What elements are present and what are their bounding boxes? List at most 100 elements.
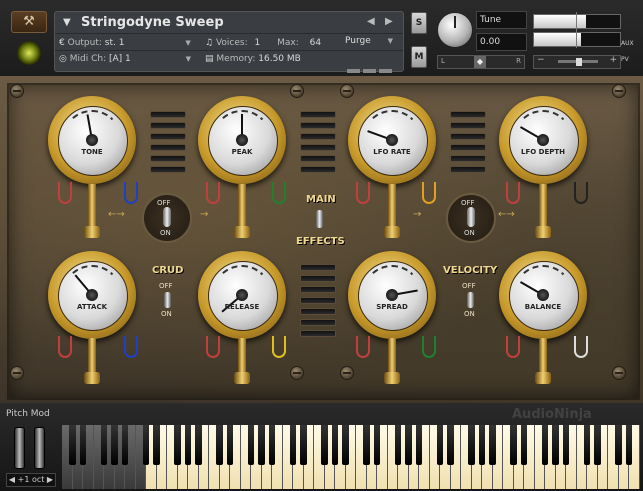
lfo-depth-gauge[interactable]: LFO DEPTH	[499, 96, 587, 184]
pan-center-icon[interactable]: ◆	[474, 56, 486, 68]
piano-keyboard[interactable]	[62, 425, 641, 491]
spread-gauge[interactable]: SPREAD	[348, 251, 436, 339]
toggle-lever[interactable]	[467, 207, 475, 227]
release-gauge[interactable]: RELEASE	[198, 251, 286, 339]
output-value[interactable]: st. 1	[105, 38, 125, 48]
lfo-rate-label: LFO RATE	[373, 148, 411, 156]
octave-down-icon[interactable]: ◀	[9, 475, 15, 484]
lfo-toggle-right[interactable]: OFF ON	[446, 193, 496, 243]
tune-knob[interactable]	[437, 12, 473, 48]
piano-black-key[interactable]	[184, 425, 192, 465]
piano-black-key[interactable]	[405, 425, 412, 465]
piano-black-key[interactable]	[100, 425, 108, 465]
piano-black-key[interactable]	[625, 425, 633, 465]
piano-black-key[interactable]	[247, 425, 255, 465]
watermark: AudioNinja	[512, 407, 592, 422]
piano-black-key[interactable]	[153, 425, 160, 465]
pan-slider[interactable]: L ◆ R	[437, 55, 525, 69]
next-instrument-icon[interactable]: ▶	[385, 16, 393, 27]
piano-black-key[interactable]	[216, 425, 223, 465]
midi-value[interactable]: [A] 1	[109, 54, 131, 64]
piano-black-key[interactable]	[342, 425, 349, 465]
toggle-lever[interactable]	[316, 210, 323, 228]
toggle-lever[interactable]	[467, 292, 474, 308]
piano-black-key[interactable]	[300, 425, 307, 465]
lfo-toggle-left[interactable]: OFF ON	[142, 193, 192, 243]
piano-black-key[interactable]	[174, 425, 181, 465]
tune-value[interactable]: 0.00	[476, 33, 527, 51]
piano-black-key[interactable]	[541, 425, 549, 465]
crud-label: CRUD	[152, 265, 184, 276]
octave-selector[interactable]: ◀ +1 oct ▶	[6, 473, 56, 487]
piano-black-key[interactable]	[226, 425, 234, 465]
collapse-arrow-icon[interactable]: ▼	[63, 17, 71, 28]
midi-dropdown-icon[interactable]: ▼	[186, 55, 191, 63]
toggle-lever[interactable]	[163, 207, 171, 227]
piano-black-key[interactable]	[615, 425, 622, 465]
piano-black-key[interactable]	[468, 425, 475, 465]
mute-button[interactable]: M	[411, 46, 427, 68]
piano-black-key[interactable]	[447, 425, 454, 465]
wire	[58, 182, 72, 204]
piano-black-key[interactable]	[121, 425, 129, 465]
piano-black-key[interactable]	[142, 425, 150, 465]
piano-black-key[interactable]	[415, 425, 423, 465]
output-row[interactable]: € Output: st. 1 ▼	[59, 38, 191, 48]
crud-toggle[interactable]: OFF ON	[159, 282, 177, 322]
peak-gauge[interactable]: PEAK	[198, 96, 286, 184]
pipe-base	[234, 226, 250, 238]
toggle-lever[interactable]	[164, 292, 171, 308]
pan-right-label: R	[516, 57, 521, 65]
piano-black-key[interactable]	[69, 425, 76, 465]
pitch-wheel[interactable]	[14, 427, 25, 469]
piano-black-key[interactable]	[195, 425, 202, 465]
attack-gauge[interactable]: ATTACK	[48, 251, 136, 339]
piano-black-key[interactable]	[373, 425, 381, 465]
pipe-base	[84, 372, 100, 384]
arrow-right-icon: →	[413, 209, 422, 220]
output-dropdown-icon[interactable]: ▼	[185, 39, 190, 47]
piano-black-key[interactable]	[520, 425, 528, 465]
prev-instrument-icon[interactable]: ◀	[367, 16, 375, 27]
velocity-toggle[interactable]: OFF ON	[462, 282, 480, 322]
pv-label[interactable]: PV	[621, 56, 629, 63]
wire	[506, 336, 520, 358]
piano-black-key[interactable]	[331, 425, 339, 465]
octave-up-icon[interactable]: ▶	[47, 475, 53, 484]
piano-black-key[interactable]	[562, 425, 570, 465]
piano-black-key[interactable]	[552, 425, 559, 465]
piano-black-key[interactable]	[436, 425, 444, 465]
wrench-icon[interactable]: ⚒	[11, 11, 47, 33]
piano-black-key[interactable]	[489, 425, 496, 465]
wire	[422, 182, 436, 204]
piano-black-key[interactable]	[111, 425, 118, 465]
output-icon: €	[59, 38, 65, 48]
piano-black-key[interactable]	[394, 425, 402, 465]
pitch-mod-label: Pitch Mod	[6, 409, 50, 419]
piano-black-key[interactable]	[583, 425, 591, 465]
piano-black-key[interactable]	[321, 425, 328, 465]
aux-label[interactable]: AUX	[621, 40, 634, 47]
piano-black-key[interactable]	[289, 425, 297, 465]
piano-black-key[interactable]	[594, 425, 601, 465]
screw-icon	[612, 84, 626, 98]
piano-black-key[interactable]	[258, 425, 265, 465]
volume-thumb[interactable]	[576, 58, 582, 66]
wire	[356, 336, 370, 358]
max-voices-value[interactable]: 64	[310, 38, 321, 48]
piano-black-key[interactable]	[478, 425, 486, 465]
volume-slider[interactable]: − +	[533, 55, 621, 69]
piano-black-key[interactable]	[363, 425, 370, 465]
solo-button[interactable]: S	[411, 12, 427, 34]
balance-gauge[interactable]: BALANCE	[499, 251, 587, 339]
mod-wheel[interactable]	[34, 427, 45, 469]
piano-black-key[interactable]	[510, 425, 517, 465]
wire	[124, 182, 138, 204]
midi-row[interactable]: ◎ Midi Ch: [A] 1 ▼	[59, 54, 191, 64]
piano-black-key[interactable]	[79, 425, 87, 465]
instrument-name[interactable]: Stringodyne Sweep	[81, 15, 224, 30]
tone-gauge[interactable]: TONE	[48, 96, 136, 184]
piano-black-key[interactable]	[268, 425, 276, 465]
lfo-rate-gauge[interactable]: LFO RATE	[348, 96, 436, 184]
wire	[422, 336, 436, 358]
